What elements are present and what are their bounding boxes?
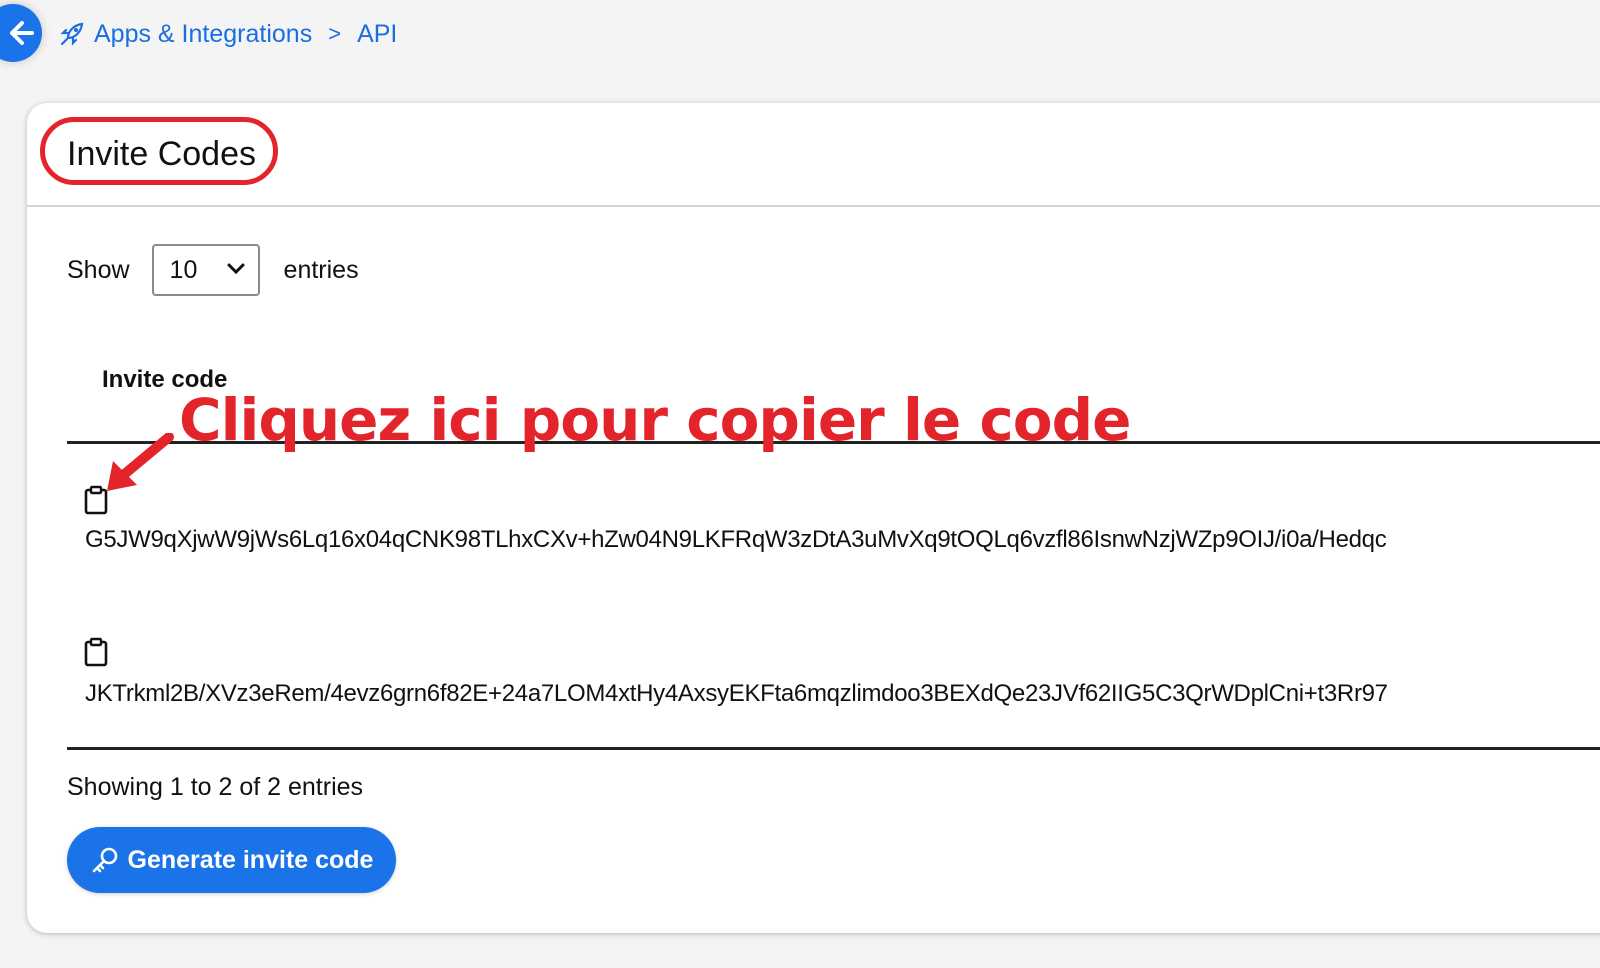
entries-label: entries (283, 255, 359, 284)
show-label: Show (67, 255, 130, 284)
table-footer-divider (67, 747, 1600, 750)
invite-code-value: JKTrkml2B/XVz3eRem/4evz6grn6f82E+24a7LOM… (85, 680, 1388, 707)
invite-codes-card: Invite Codes Show 10 entries Invite code… (27, 103, 1600, 933)
invite-code-value: G5JW9qXjwW9jWs6Lq16x04qCNK98TLhxCXv+hZw0… (85, 526, 1387, 553)
card-header: Invite Codes (27, 103, 1600, 207)
key-icon (92, 847, 117, 873)
copy-instruction-annotation: Cliquez ici pour copier le code (179, 386, 1131, 454)
back-button[interactable] (0, 4, 42, 62)
chevron-down-icon (227, 263, 245, 275)
title-highlight-circle (40, 117, 278, 185)
clipboard-icon[interactable] (83, 637, 109, 667)
table-info: Showing 1 to 2 of 2 entries (67, 773, 364, 801)
breadcrumb: Apps & Integrations > API (58, 18, 397, 50)
clipboard-icon[interactable] (83, 485, 109, 515)
generate-invite-code-button[interactable]: Generate invite code (67, 827, 396, 893)
arrow-left-icon (10, 21, 34, 45)
breadcrumb-separator: > (328, 21, 342, 46)
rocket-icon (60, 22, 84, 46)
page-size-control: Show 10 entries (67, 243, 359, 297)
annotation-arrow-icon (107, 433, 174, 491)
breadcrumb-apps-integrations[interactable]: Apps & Integrations (94, 20, 312, 49)
page-size-value: 10 (169, 255, 198, 284)
breadcrumb-api[interactable]: API (357, 20, 397, 49)
page-size-select[interactable]: 10 (151, 244, 260, 296)
generate-button-label: Generate invite code (127, 845, 374, 874)
